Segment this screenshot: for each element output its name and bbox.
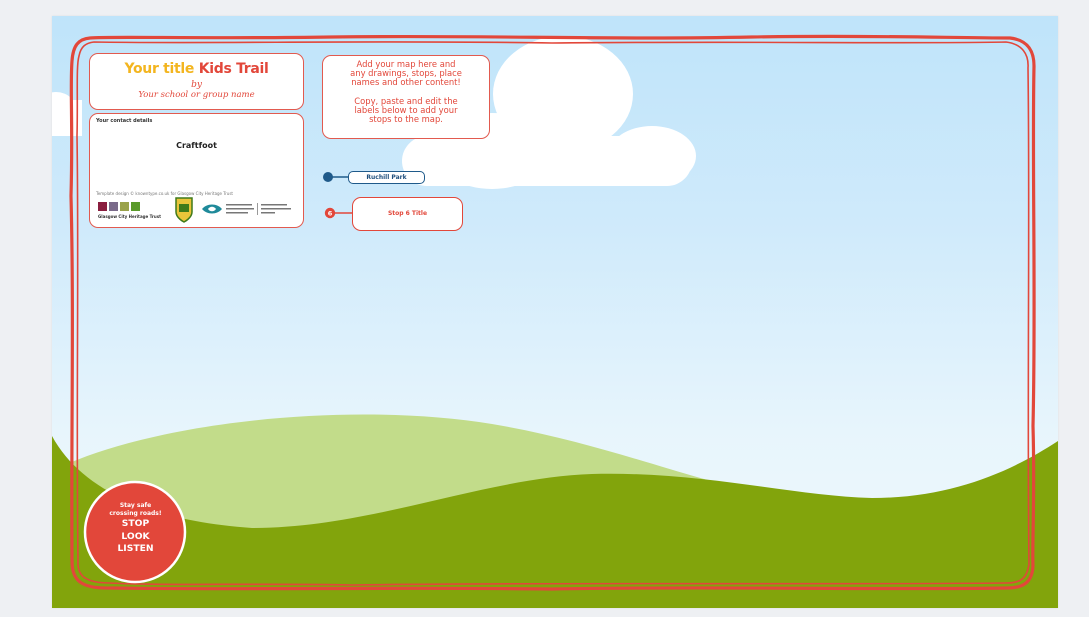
heritage-trust-logo-square: [120, 202, 129, 211]
template-credit: Template design © knowntype.co.uk for Gl…: [96, 191, 233, 196]
app-window: 6 Your title Kids Trail by Your school o…: [0, 0, 1089, 617]
trail-title-part-1: Your title: [124, 61, 195, 77]
instructions-card[interactable]: Add your map here and any drawings, stop…: [322, 55, 490, 139]
instruction-line: names and other content!: [351, 77, 461, 88]
contact-name: Craftfoot: [176, 141, 217, 150]
stop-2-number: 6: [328, 209, 333, 217]
stop-1-dot[interactable]: [323, 172, 333, 182]
heritage-trust-logo-square: [131, 202, 140, 211]
safety-badge: Stay safe crossing roads! STOP LOOK LIST…: [85, 499, 186, 572]
partner-logo: [202, 204, 222, 214]
safety-word-stop: STOP: [121, 518, 150, 529]
safety-word-look: LOOK: [121, 530, 150, 542]
instruction-line: stops to the map.: [369, 114, 443, 125]
safety-line-2: crossing roads!: [109, 510, 162, 517]
contact-label: Your contact details: [96, 118, 153, 124]
contact-card[interactable]: Your contact details Craftfoot Template …: [89, 113, 304, 228]
safety-line-1: Stay safe: [119, 502, 152, 509]
safety-word-listen: LISTEN: [117, 543, 154, 554]
heritage-trust-logo-square: [98, 202, 107, 211]
city-crest-logo: [175, 197, 193, 223]
trail-title-part-2: Kids Trail: [194, 61, 269, 77]
by-label: by: [191, 80, 202, 90]
heritage-trust-logo-text: Glasgow City Heritage Trust: [98, 214, 162, 219]
heritage-trust-logo-square: [109, 202, 118, 211]
title-card[interactable]: Your title Kids Trail by Your school or …: [89, 53, 304, 110]
school-name: Your school or group name: [138, 90, 255, 100]
logo-row: Glasgow City Heritage Trust: [96, 197, 296, 224]
stop-label-ruchill-park[interactable]: Ruchill Park: [348, 171, 425, 184]
trail-title: Your title Kids Trail: [90, 61, 303, 77]
trail-map-canvas[interactable]: 6 Your title Kids Trail by Your school o…: [52, 16, 1058, 608]
stop-label-stop-6[interactable]: Stop 6 Title: [352, 197, 463, 231]
partner-logo-text: [226, 203, 291, 215]
